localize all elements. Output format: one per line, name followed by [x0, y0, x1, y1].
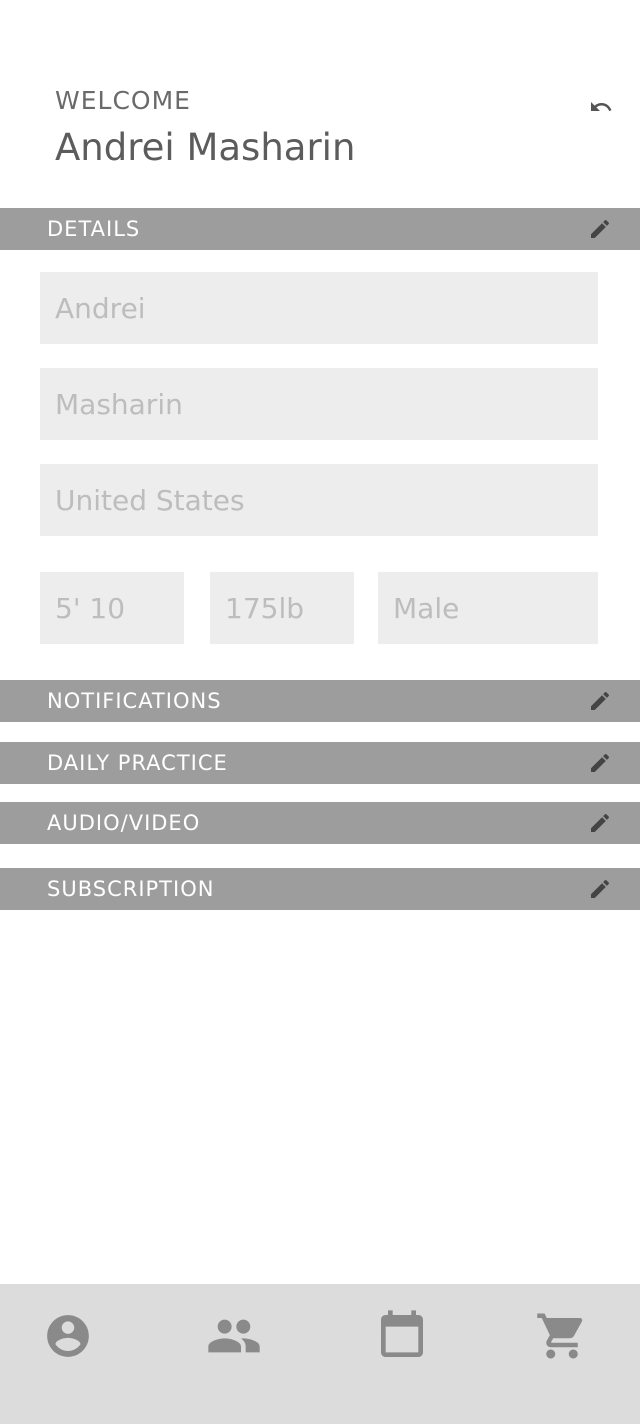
user-name: Andrei Masharin: [55, 126, 356, 169]
pencil-icon[interactable]: [588, 811, 612, 835]
pencil-icon[interactable]: [588, 751, 612, 775]
calendar-icon: [381, 1310, 423, 1357]
section-details[interactable]: DETAILS: [0, 208, 640, 250]
section-notifications[interactable]: NOTIFICATIONS: [0, 680, 640, 722]
weight-field[interactable]: 175lb: [210, 572, 354, 644]
section-daily-practice[interactable]: DAILY PRACTICE: [0, 742, 640, 784]
gender-field[interactable]: Male: [378, 572, 598, 644]
last-name-field[interactable]: Masharin: [40, 368, 598, 440]
first-name-field[interactable]: Andrei: [40, 272, 598, 344]
undo-button[interactable]: [582, 92, 620, 122]
section-details-label: DETAILS: [47, 217, 141, 241]
welcome-label: WELCOME: [55, 86, 191, 115]
nav-profile-button[interactable]: [38, 1306, 98, 1366]
section-subscription[interactable]: SUBSCRIPTION: [0, 868, 640, 910]
section-daily-practice-label: DAILY PRACTICE: [47, 751, 228, 775]
nav-cart-button[interactable]: [532, 1306, 592, 1366]
section-subscription-label: SUBSCRIPTION: [47, 877, 215, 901]
profile-icon: [47, 1315, 89, 1357]
pencil-icon[interactable]: [588, 877, 612, 901]
pencil-icon[interactable]: [588, 217, 612, 241]
country-field[interactable]: United States: [40, 464, 598, 536]
cart-icon: [537, 1313, 583, 1359]
undo-icon: [591, 102, 612, 111]
pencil-icon[interactable]: [588, 689, 612, 713]
nav-calendar-button[interactable]: [372, 1306, 432, 1366]
group-icon: [208, 1319, 260, 1353]
nav-community-button[interactable]: [204, 1306, 264, 1366]
section-audio-video-label: AUDIO/VIDEO: [47, 811, 201, 835]
section-notifications-label: NOTIFICATIONS: [47, 689, 222, 713]
height-field[interactable]: 5' 10: [40, 572, 184, 644]
section-audio-video[interactable]: AUDIO/VIDEO: [0, 802, 640, 844]
